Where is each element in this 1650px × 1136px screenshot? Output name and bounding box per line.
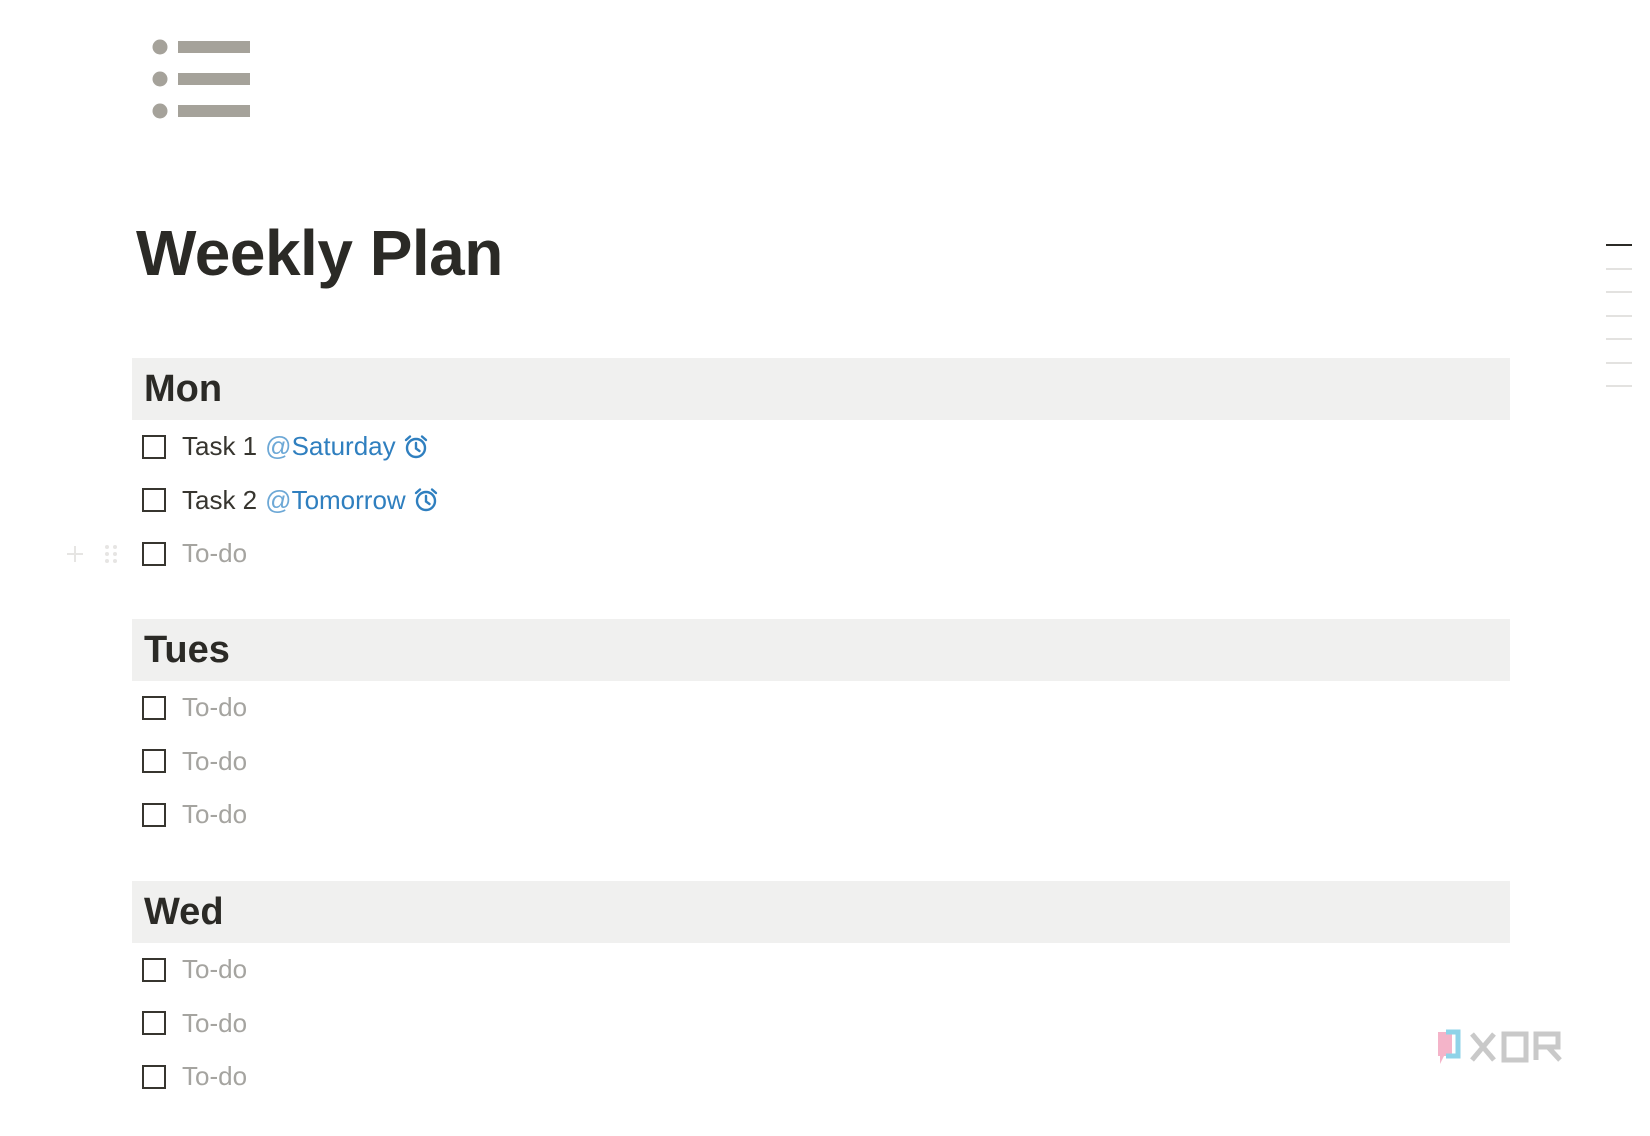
outline-tick[interactable]: [1606, 267, 1632, 270]
todo-checkbox[interactable]: [142, 695, 166, 720]
todo-item[interactable]: To-do: [67, 527, 1510, 581]
outline-tick[interactable]: [1606, 291, 1632, 293]
todo-item[interactable]: To-do: [132, 735, 1510, 789]
todo-list: Task 1 @Saturday Task 2 @Tomorrow To-do: [67, 420, 1510, 581]
date-mention[interactable]: @Tomorrow: [265, 485, 406, 516]
section-heading: Mon: [144, 368, 223, 410]
section-heading: Wed: [144, 891, 224, 933]
alarm-clock-icon[interactable]: [402, 433, 430, 461]
section-heading-block[interactable]: Tues: [132, 619, 1510, 681]
todo-placeholder[interactable]: To-do: [182, 692, 247, 723]
outline-tick[interactable]: [1606, 314, 1632, 317]
todo-list: To-do To-do To-do: [132, 943, 1510, 1104]
todo-placeholder[interactable]: To-do: [182, 954, 247, 985]
block-handles: [64, 543, 122, 565]
todo-placeholder[interactable]: To-do: [182, 538, 247, 569]
section-heading-block[interactable]: Wed: [132, 881, 1510, 943]
todo-checkbox[interactable]: [142, 1064, 166, 1089]
outline-tick[interactable]: [1606, 338, 1632, 340]
todo-item[interactable]: To-do: [132, 681, 1510, 735]
todo-text[interactable]: Task 1: [182, 431, 257, 462]
bulleted-list-icon[interactable]: [150, 34, 260, 134]
page-title[interactable]: Weekly Plan: [136, 218, 503, 289]
section-heading: Tues: [144, 629, 230, 671]
todo-item[interactable]: Task 1 @Saturday: [132, 420, 1510, 474]
section-mon: Mon Task 1 @Saturday Task 2 @Tomorrow To…: [67, 358, 1510, 581]
outline-tick[interactable]: [1606, 361, 1632, 364]
todo-placeholder[interactable]: To-do: [182, 746, 247, 777]
todo-item[interactable]: To-do: [132, 1050, 1510, 1104]
outline-tick[interactable]: [1606, 385, 1632, 387]
outline-tick[interactable]: [1606, 244, 1632, 246]
date-mention[interactable]: @Saturday: [265, 431, 395, 462]
notion-page: Weekly Plan Mon Task 1 @Saturday Task 2: [0, 0, 1650, 1136]
todo-checkbox[interactable]: [142, 957, 166, 982]
section-heading-block[interactable]: Mon: [132, 358, 1510, 420]
todo-placeholder[interactable]: To-do: [182, 1008, 247, 1039]
todo-item[interactable]: Task 2 @Tomorrow: [132, 474, 1510, 528]
xda-logo: [1438, 1029, 1562, 1064]
todo-item[interactable]: To-do: [132, 788, 1510, 842]
todo-checkbox[interactable]: [142, 1011, 166, 1036]
todo-checkbox[interactable]: [142, 749, 166, 774]
todo-checkbox[interactable]: [142, 541, 166, 566]
todo-text[interactable]: Task 2: [182, 485, 257, 516]
drag-handle-icon[interactable]: [100, 543, 122, 565]
todo-placeholder[interactable]: To-do: [182, 799, 247, 830]
section-wed: Wed To-do To-do To-do: [132, 881, 1510, 1104]
page-outline[interactable]: [1602, 244, 1632, 409]
todo-list: To-do To-do To-do: [132, 681, 1510, 842]
alarm-clock-icon[interactable]: [412, 486, 440, 514]
section-tues: Tues To-do To-do To-do: [132, 619, 1510, 842]
todo-checkbox[interactable]: [142, 434, 166, 459]
todo-item[interactable]: To-do: [132, 997, 1510, 1051]
todo-item[interactable]: To-do: [132, 943, 1510, 997]
todo-checkbox[interactable]: [142, 802, 166, 827]
plus-icon[interactable]: [64, 543, 86, 565]
todo-checkbox[interactable]: [142, 488, 166, 513]
todo-placeholder[interactable]: To-do: [182, 1061, 247, 1092]
